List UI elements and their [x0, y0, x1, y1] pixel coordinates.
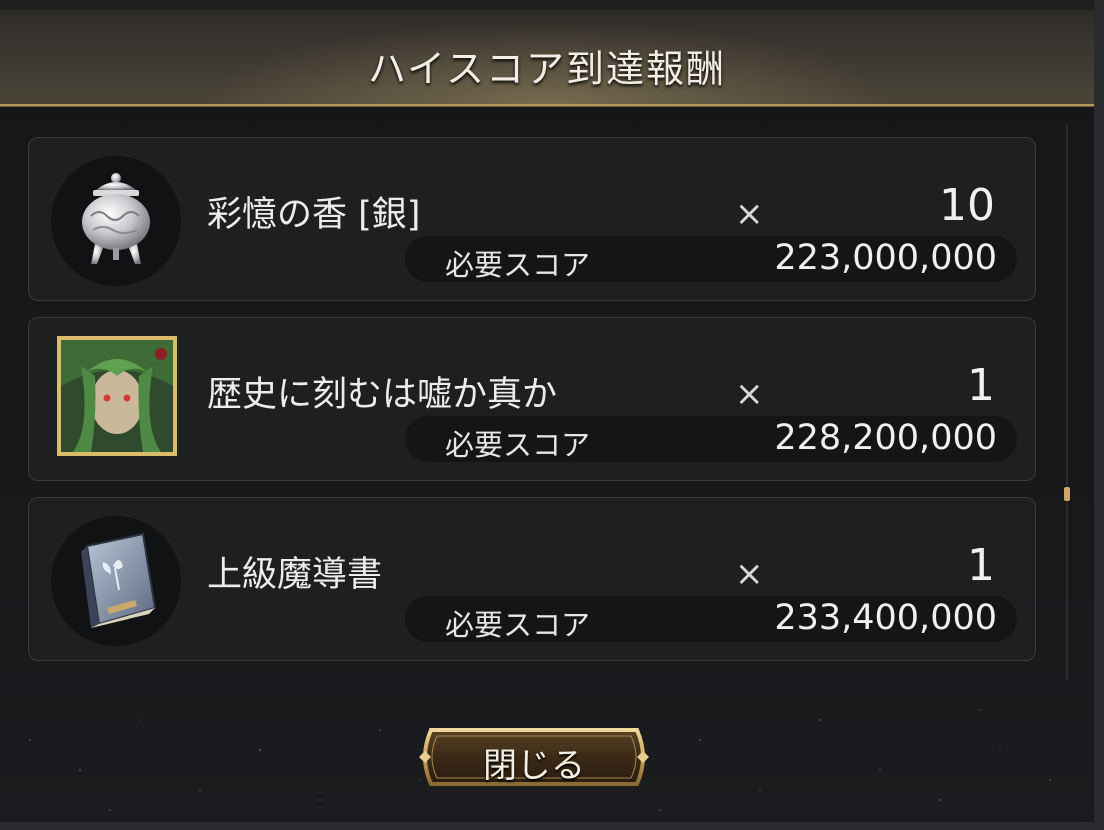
reward-name: 上級魔導書	[207, 555, 383, 595]
close-button[interactable]: 閉じる	[413, 724, 655, 790]
reward-item: 歴史に刻むは嘘か真か × 1 必要スコア 228,200,000	[28, 317, 1036, 481]
required-score-value: 228,200,000	[774, 418, 997, 458]
reward-item: 上級魔導書 × 1 必要スコア 233,400,000	[28, 497, 1036, 661]
window-edge-right	[1094, 0, 1104, 830]
required-score-value: 223,000,000	[774, 238, 997, 278]
required-score-bar: 必要スコア 233,400,000	[405, 596, 1017, 642]
reward-quantity: 10	[939, 180, 995, 231]
advanced-grimoire-book-icon	[51, 516, 181, 646]
dialog-title: ハイスコア到達報酬	[367, 47, 727, 91]
character-portrait-card-icon	[51, 336, 181, 466]
multiply-sign: ×	[735, 554, 764, 594]
multiply-sign: ×	[735, 374, 764, 414]
scrollbar-track[interactable]	[1066, 125, 1068, 680]
required-score-value: 233,400,000	[774, 598, 997, 638]
close-button-label: 閉じる	[483, 746, 585, 786]
multiply-sign: ×	[735, 194, 764, 234]
reward-item: 彩憶の香 [銀] × 10 必要スコア 223,000,000	[28, 137, 1036, 301]
reward-list: 彩憶の香 [銀] × 10 必要スコア 223,000,000 歴史に刻むは嘘か…	[28, 137, 1038, 677]
required-score-label: 必要スコア	[445, 248, 591, 282]
silver-incense-burner-icon	[51, 156, 181, 286]
reward-name: 彩憶の香 [銀]	[207, 195, 421, 235]
reward-name: 歴史に刻むは嘘か真か	[207, 375, 558, 415]
required-score-bar: 必要スコア 223,000,000	[405, 236, 1017, 282]
required-score-bar: 必要スコア 228,200,000	[405, 416, 1017, 462]
required-score-label: 必要スコア	[445, 428, 591, 462]
dialog-header: ハイスコア到達報酬	[0, 0, 1094, 106]
reward-quantity: 1	[967, 540, 995, 591]
reward-quantity: 1	[967, 360, 995, 411]
required-score-label: 必要スコア	[445, 608, 591, 642]
reward-dialog: ハイスコア到達報酬 彩憶の香 [銀] × 10 必要スコア 223,000,00…	[0, 0, 1094, 822]
window-edge-bottom	[0, 822, 1104, 830]
scrollbar-thumb[interactable]	[1064, 487, 1070, 501]
